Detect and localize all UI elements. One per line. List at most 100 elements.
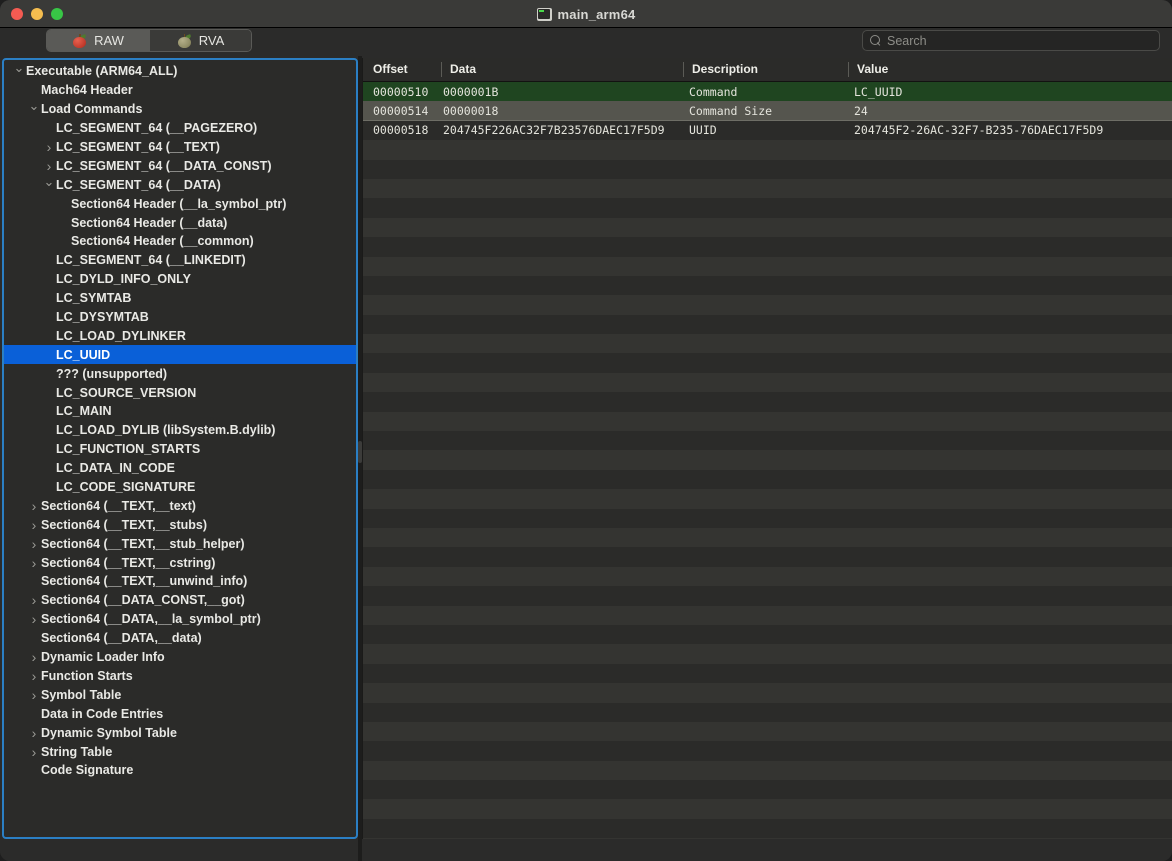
table-row[interactable]: 00000514 00000018 Command Size 24 bbox=[363, 101, 1172, 121]
chevron-right-icon[interactable] bbox=[27, 649, 41, 665]
sidebar-item-label: Data in Code Entries bbox=[41, 706, 164, 721]
table-row[interactable]: 00000510 0000001B Command LC_UUID bbox=[363, 82, 1172, 102]
sidebar-item[interactable]: LC_MAIN bbox=[4, 402, 356, 421]
sidebar-item[interactable]: String Table bbox=[4, 742, 356, 761]
chevron-down-icon[interactable] bbox=[12, 63, 26, 79]
cell-description: Command Size bbox=[689, 103, 773, 118]
chevron-right-icon[interactable] bbox=[27, 498, 41, 514]
sidebar-item[interactable]: Mach64 Header bbox=[4, 81, 356, 100]
sidebar-item-label: LC_DYLD_INFO_ONLY bbox=[56, 272, 191, 287]
cell-description: UUID bbox=[689, 123, 717, 138]
structure-tree[interactable]: Executable (ARM64_ALL) Mach64 Header Load … bbox=[4, 60, 356, 837]
sidebar-item[interactable]: Section64 Header (__common) bbox=[4, 232, 356, 251]
chevron-right-icon[interactable] bbox=[27, 744, 41, 760]
sidebar-item-label: LC_UUID bbox=[56, 347, 111, 362]
chevron-right-icon[interactable] bbox=[27, 536, 41, 552]
table-row-empty bbox=[363, 527, 1172, 548]
sidebar-item[interactable]: Section64 (__TEXT,__stubs) bbox=[4, 515, 356, 534]
chevron-right-icon[interactable] bbox=[27, 611, 41, 627]
zoom-button[interactable] bbox=[51, 7, 63, 20]
table-row-empty bbox=[363, 566, 1172, 587]
table-row-empty bbox=[363, 547, 1172, 567]
chevron-right-icon[interactable] bbox=[42, 158, 56, 174]
sidebar-item[interactable]: Section64 (__DATA_CONST,__got) bbox=[4, 591, 356, 610]
sidebar-item[interactable]: Dynamic Loader Info bbox=[4, 648, 356, 667]
sidebar-item[interactable]: Function Starts bbox=[4, 667, 356, 686]
sidebar-item[interactable]: Load Commands bbox=[4, 100, 356, 119]
chevron-down-icon[interactable] bbox=[42, 177, 56, 193]
chevron-down-icon[interactable] bbox=[27, 101, 41, 117]
sidebar-item-label: LC_LOAD_DYLIB (libSystem.B.dylib) bbox=[56, 423, 276, 438]
table-row-empty bbox=[363, 741, 1172, 761]
sidebar-item[interactable]: Section64 (__TEXT,__text) bbox=[4, 496, 356, 515]
window-titlebar: main_arm64 bbox=[0, 0, 1172, 28]
minimize-button[interactable] bbox=[31, 7, 43, 20]
sidebar-item[interactable]: LC_DATA_IN_CODE bbox=[4, 459, 356, 478]
sidebar-item[interactable]: LC_LOAD_DYLINKER bbox=[4, 326, 356, 345]
sidebar-item[interactable]: LC_LOAD_DYLIB (libSystem.B.dylib) bbox=[4, 421, 356, 440]
sidebar-item[interactable]: Section64 (__TEXT,__unwind_info) bbox=[4, 572, 356, 591]
main-split-view: Executable (ARM64_ALL) Mach64 Header Load … bbox=[0, 56, 1172, 861]
column-header-offset[interactable]: Offset bbox=[363, 62, 441, 77]
table-row-empty bbox=[363, 314, 1172, 335]
sidebar-item[interactable]: LC_CODE_SIGNATURE bbox=[4, 478, 356, 497]
chevron-right-icon[interactable] bbox=[27, 555, 41, 571]
tab-rva-label: RVA bbox=[198, 33, 225, 48]
table-row-empty bbox=[363, 159, 1172, 179]
table-body[interactable]: 00000510 0000001B Command LC_UUID 00000514 00… bbox=[363, 82, 1172, 839]
sidebar-item-label: LC_MAIN bbox=[56, 404, 112, 419]
sidebar-item[interactable]: Section64 (__TEXT,__cstring) bbox=[4, 553, 356, 572]
table-row[interactable]: 00000518 204745F226AC32F7B23576DAEC17F5D9… bbox=[363, 120, 1172, 141]
chevron-right-icon[interactable] bbox=[27, 687, 41, 703]
sidebar-item[interactable]: LC_UUID bbox=[4, 345, 356, 365]
column-header-description[interactable]: Description bbox=[683, 62, 848, 77]
tab-rva[interactable]: RVA bbox=[149, 30, 251, 51]
sidebar-item[interactable]: Section64 (__TEXT,__stub_helper) bbox=[4, 534, 356, 553]
table-row-empty bbox=[363, 508, 1172, 528]
sidebar-item-label: Section64 (__TEXT,__text) bbox=[41, 498, 196, 513]
chevron-right-icon[interactable] bbox=[42, 139, 56, 155]
sidebar-item-label: LC_SEGMENT_64 (__TEXT) bbox=[56, 140, 220, 154]
tab-raw[interactable]: RAW bbox=[47, 30, 149, 51]
sidebar-item[interactable]: LC_DYSYMTAB bbox=[4, 308, 356, 327]
sidebar-item[interactable]: LC_SEGMENT_64 (__LINKEDIT) bbox=[4, 251, 356, 270]
close-button[interactable] bbox=[11, 7, 23, 20]
chevron-right-icon[interactable] bbox=[27, 725, 41, 741]
sidebar-item-label: Section64 (__TEXT,__stub_helper) bbox=[41, 536, 245, 551]
chevron-right-icon[interactable] bbox=[27, 668, 41, 684]
sidebar-item[interactable]: Data in Code Entries bbox=[4, 704, 356, 723]
address-mode-segmented-control[interactable]: RAW RVA bbox=[46, 29, 252, 52]
sidebar-item[interactable]: Symbol Table bbox=[4, 685, 356, 704]
chevron-right-icon[interactable] bbox=[27, 592, 41, 608]
sidebar-item[interactable]: LC_DYLD_INFO_ONLY bbox=[4, 270, 356, 289]
sidebar-item[interactable]: LC_SEGMENT_64 (__DATA) bbox=[4, 175, 356, 194]
structure-sidebar[interactable]: Executable (ARM64_ALL) Mach64 Header Load … bbox=[2, 58, 358, 839]
table-row-empty bbox=[363, 431, 1172, 451]
table-row-empty bbox=[363, 624, 1172, 645]
sidebar-item[interactable]: Section64 (__DATA,__la_symbol_ptr) bbox=[4, 610, 356, 629]
sidebar-item[interactable]: LC_SEGMENT_64 (__DATA_CONST) bbox=[4, 156, 356, 175]
sidebar-item-label: ??? (unsupported) bbox=[56, 366, 168, 381]
sidebar-item[interactable]: LC_SEGMENT_64 (__PAGEZERO) bbox=[4, 119, 356, 138]
cell-value: 204745F2-26AC-32F7-B235-76DAEC17F5D9 bbox=[854, 123, 1104, 138]
column-header-data[interactable]: Data bbox=[441, 62, 683, 77]
sidebar-item[interactable]: ??? (unsupported) bbox=[4, 364, 356, 383]
column-header-value[interactable]: Value bbox=[848, 62, 1172, 77]
sidebar-item[interactable]: Section64 (__DATA,__data) bbox=[4, 629, 356, 648]
sidebar-item[interactable]: LC_SYMTAB bbox=[4, 289, 356, 308]
cell-value: LC_UUID bbox=[854, 84, 903, 99]
search-field[interactable]: Search bbox=[862, 30, 1160, 51]
sidebar-item[interactable]: Section64 Header (__la_symbol_ptr) bbox=[4, 194, 356, 213]
table-row-empty bbox=[363, 605, 1172, 625]
sidebar-item[interactable]: Dynamic Symbol Table bbox=[4, 723, 356, 742]
sidebar-item-label: Section64 Header (__common) bbox=[71, 234, 254, 249]
sidebar-item[interactable]: Section64 Header (__data) bbox=[4, 213, 356, 232]
sidebar-item[interactable]: LC_SEGMENT_64 (__TEXT) bbox=[4, 138, 356, 157]
sidebar-item[interactable]: LC_SOURCE_VERSION bbox=[4, 383, 356, 402]
chevron-right-icon[interactable] bbox=[27, 517, 41, 533]
sidebar-item[interactable]: Executable (ARM64_ALL) bbox=[4, 62, 356, 81]
sidebar-item[interactable]: LC_FUNCTION_STARTS bbox=[4, 440, 356, 459]
sidebar-item[interactable]: Code Signature bbox=[4, 761, 356, 780]
table-row-empty bbox=[363, 353, 1172, 373]
sidebar-item-label: LC_DYSYMTAB bbox=[56, 310, 149, 325]
